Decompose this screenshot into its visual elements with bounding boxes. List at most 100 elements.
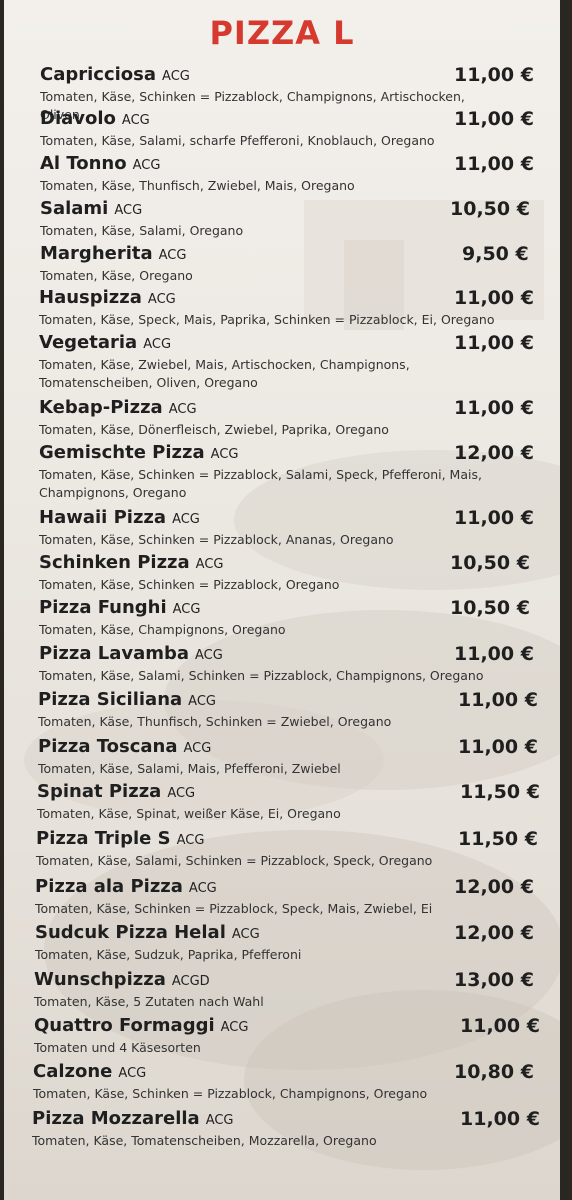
allergen-code: ACG bbox=[162, 69, 190, 84]
menu-item-name: Hawaii Pizza bbox=[39, 507, 167, 528]
menu-item-name: Vegetaria bbox=[39, 332, 138, 353]
allergen-code: ACG bbox=[167, 786, 196, 801]
menu-item-header: Diavolo ACG bbox=[40, 108, 150, 129]
menu-item-description: Tomaten, Käse, Oregano bbox=[40, 268, 193, 283]
menu-item-name: Salami bbox=[40, 198, 109, 219]
menu-item-name: Pizza ala Pizza bbox=[35, 876, 183, 897]
menu-item-name: Sudcuk Pizza Helal bbox=[35, 922, 226, 943]
menu-item-description: Tomaten, Käse, Salami, Mais, Pfefferoni,… bbox=[38, 761, 341, 776]
menu-item-price: 13,00 € bbox=[454, 969, 534, 991]
allergen-code: ACG bbox=[231, 927, 260, 942]
menu-item-header: Pizza ala Pizza ACG bbox=[35, 876, 217, 897]
menu-card: PIZZA L Capricciosa ACG 11,00 € Tomaten, Kä… bbox=[4, 0, 560, 1200]
menu-item-name: Schinken Pizza bbox=[39, 552, 190, 573]
allergen-code: ACG bbox=[188, 881, 217, 896]
menu-item-name: Pizza Funghi bbox=[39, 597, 167, 618]
menu-item-name: Diavolo bbox=[40, 108, 116, 129]
menu-item-price: 11,50 € bbox=[460, 781, 540, 803]
menu-item-header: Sudcuk Pizza Helal ACG bbox=[35, 922, 260, 943]
menu-item-name: Kebap-Pizza bbox=[39, 397, 163, 418]
menu-item-header: Kebap-Pizza ACG bbox=[39, 397, 197, 418]
menu-item-description: Tomaten, Käse, Tomatenscheiben, Mozzarel… bbox=[32, 1133, 377, 1148]
menu-item-name: Calzone bbox=[33, 1061, 113, 1082]
menu-item-header: Pizza Toscana ACG bbox=[38, 736, 211, 757]
allergen-code: ACG bbox=[205, 1113, 234, 1128]
menu-item-name: Margherita bbox=[40, 243, 153, 264]
menu-item-header: Pizza Siciliana ACG bbox=[38, 689, 216, 710]
menu-item-name: Spinat Pizza bbox=[37, 781, 162, 802]
menu-item-description: Tomaten, Käse, Schinken = Pizzablock, Sa… bbox=[39, 467, 482, 500]
menu-item-description: Tomaten, Käse, Spinat, weißer Käse, Ei, … bbox=[37, 806, 341, 821]
menu-item-description: Tomaten, Käse, Sudzuk, Paprika, Pfeffero… bbox=[35, 947, 302, 962]
menu-item-price: 11,00 € bbox=[458, 736, 538, 758]
allergen-code: ACG bbox=[158, 248, 187, 263]
allergen-code: ACG bbox=[172, 512, 200, 527]
menu-item-header: Pizza Triple S ACG bbox=[36, 828, 204, 849]
allergen-code: ACG bbox=[114, 203, 143, 218]
menu-item-description: Tomaten und 4 Käsesorten bbox=[34, 1040, 201, 1055]
allergen-code: ACG bbox=[188, 694, 216, 709]
menu-item-name: Al Tonno bbox=[40, 153, 127, 174]
menu-item-description: Tomaten, Käse, Thunfisch, Schinken = Zwi… bbox=[38, 714, 392, 729]
menu-item-description: Tomaten, Käse, Salami, Schinken = Pizzab… bbox=[36, 853, 433, 868]
page-title: PIZZA L bbox=[209, 14, 355, 52]
menu-item-price: 11,00 € bbox=[460, 1108, 540, 1130]
menu-item-name: Pizza Mozzarella bbox=[32, 1108, 200, 1129]
menu-item-header: Calzone ACG bbox=[33, 1061, 146, 1082]
menu-item-name: Wunschpizza bbox=[34, 969, 166, 990]
menu-item-description: Tomaten, Käse, Schinken = Pizzablock, Sp… bbox=[35, 901, 433, 916]
menu-item-header: Margherita ACG bbox=[40, 243, 186, 264]
allergen-code: ACG bbox=[147, 292, 176, 307]
allergen-code: ACG bbox=[143, 337, 172, 352]
menu-item-description: Tomaten, Käse, Schinken = Pizzablock, Or… bbox=[39, 577, 340, 592]
menu-item-name: Pizza Triple S bbox=[36, 828, 171, 849]
menu-item-description: Tomaten, Käse, 5 Zutaten nach Wahl bbox=[34, 994, 264, 1009]
menu-item-price: 11,00 € bbox=[454, 507, 534, 529]
allergen-code: ACG bbox=[195, 648, 223, 663]
menu-item-header: Spinat Pizza ACG bbox=[37, 781, 195, 802]
menu-item-price: 11,00 € bbox=[454, 64, 534, 86]
menu-item-header: Quattro Formaggi ACG bbox=[34, 1015, 248, 1036]
menu-item-price: 11,00 € bbox=[458, 689, 538, 711]
allergen-code: ACGD bbox=[171, 974, 210, 989]
menu-item-header: Al Tonno ACG bbox=[40, 153, 160, 174]
menu-item-description: Tomaten, Käse, Schinken = Pizzablock, An… bbox=[39, 532, 394, 547]
menu-item-header: Hawaii Pizza ACG bbox=[39, 507, 200, 528]
menu-item-name: Gemischte Pizza bbox=[39, 442, 205, 463]
menu-item-header: Pizza Funghi ACG bbox=[39, 597, 200, 618]
allergen-code: ACG bbox=[132, 158, 161, 173]
menu-item-price: 11,00 € bbox=[460, 1015, 540, 1037]
menu-item-header: Wunschpizza ACGD bbox=[34, 969, 210, 990]
menu-item-header: Gemischte Pizza ACG bbox=[39, 442, 238, 463]
menu-item-name: Quattro Formaggi bbox=[34, 1015, 215, 1036]
menu-item-price: 10,80 € bbox=[454, 1061, 534, 1083]
menu-item-description: Tomaten, Käse, Salami, Schinken = Pizzab… bbox=[39, 668, 484, 683]
allergen-code: ACG bbox=[172, 602, 201, 617]
menu-item-price: 11,00 € bbox=[454, 397, 534, 419]
menu-item-price: 11,00 € bbox=[454, 287, 534, 309]
menu-item-price: 12,00 € bbox=[454, 876, 534, 898]
menu-item-name: Pizza Lavamba bbox=[39, 643, 190, 664]
allergen-code: ACG bbox=[183, 741, 212, 756]
allergen-code: ACG bbox=[220, 1020, 249, 1035]
menu-item-price: 11,50 € bbox=[458, 828, 538, 850]
allergen-code: ACG bbox=[118, 1066, 147, 1081]
menu-item-name: Capricciosa bbox=[40, 64, 157, 85]
allergen-code: ACG bbox=[168, 402, 197, 417]
menu-item-header: Schinken Pizza ACG bbox=[39, 552, 224, 573]
menu-item-price: 12,00 € bbox=[454, 922, 534, 944]
menu-item-description: Tomaten, Käse, Speck, Mais, Paprika, Sch… bbox=[39, 312, 495, 327]
menu-item-price: 11,00 € bbox=[454, 108, 534, 130]
allergen-code: ACG bbox=[121, 113, 150, 128]
menu-item-price: 11,00 € bbox=[454, 643, 534, 665]
menu-item-price: 11,00 € bbox=[454, 332, 534, 354]
menu-item-description: Tomaten, Käse, Champignons, Oregano bbox=[39, 622, 286, 637]
menu-item-description: Tomaten, Käse, Salami, Oregano bbox=[40, 223, 244, 238]
menu-item-description: Tomaten, Käse, Thunfisch, Zwiebel, Mais,… bbox=[40, 178, 355, 193]
allergen-code: ACG bbox=[195, 557, 224, 572]
menu-item-price: 11,00 € bbox=[454, 153, 534, 175]
menu-item-price: 12,00 € bbox=[454, 442, 534, 464]
menu-item-price: 10,50 € bbox=[450, 597, 530, 619]
menu-item-description: Tomaten, Käse, Schinken = Pizzablock, Ch… bbox=[33, 1086, 428, 1101]
menu-item-description: Tomaten, Käse, Salami, scharfe Pfefferon… bbox=[40, 133, 435, 148]
